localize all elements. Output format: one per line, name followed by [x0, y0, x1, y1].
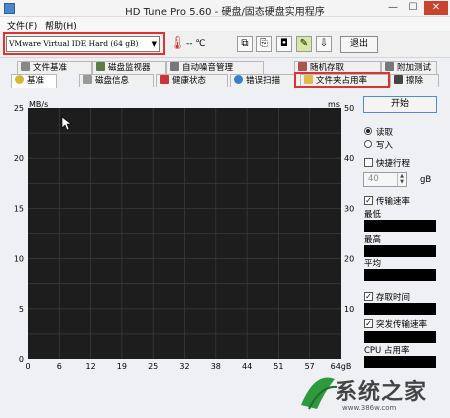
tab-error-scan[interactable]: 错误扫描 — [230, 74, 295, 87]
window-title: HD Tune Pro 5.60 - 硬盘/固态硬盘实用程序 — [125, 7, 325, 18]
short-stroke-input[interactable]: 40 ▲ ▼ — [363, 172, 407, 187]
chevron-down-icon: ▼ — [151, 40, 157, 48]
burst-rate-label: 突发传输速率 — [376, 320, 428, 330]
access-time-value-box — [364, 303, 436, 315]
menu-bar: 文件(F) 帮助(H) — [0, 17, 450, 32]
spinner-icon[interactable]: ▲ ▼ — [397, 173, 406, 186]
max-value-box — [364, 245, 436, 257]
monitor-icon — [96, 62, 105, 71]
access-time-label: 存取时间 — [376, 293, 411, 303]
download-icon[interactable]: ⇩ — [316, 36, 332, 52]
min-label: 最低 — [364, 210, 382, 220]
watermark-text: 系统之家 — [335, 379, 428, 405]
write-radio[interactable] — [364, 140, 372, 148]
write-label: 写入 — [376, 141, 394, 151]
close-button[interactable]: ✕ — [424, 1, 448, 15]
burst-rate-value-box — [364, 331, 436, 343]
folder-icon — [304, 75, 313, 84]
health-cross-icon — [160, 75, 169, 84]
toolbar: VMware Virtual IDE Hard (64 gB) ▼ 🌡 -- ℃… — [0, 31, 450, 58]
tab-health[interactable]: 健康状态 — [156, 74, 228, 87]
min-value-box — [364, 220, 436, 232]
read-radio[interactable] — [364, 127, 372, 135]
read-label: 读取 — [376, 128, 394, 138]
tab-extra-tests[interactable]: 附加测试 — [381, 61, 437, 74]
max-label: 最高 — [364, 235, 382, 245]
transfer-rate-checkbox[interactable]: ✓ — [364, 196, 373, 205]
puzzle-icon — [385, 62, 394, 71]
access-time-checkbox[interactable]: ✓ — [364, 292, 373, 301]
tab-erase[interactable]: 擦除 — [390, 74, 439, 87]
gauge-icon — [15, 75, 24, 84]
watermark-url: www.386w.com — [342, 404, 397, 412]
watermark-leaf-icon — [301, 377, 335, 409]
short-stroke-checkbox[interactable] — [364, 158, 373, 167]
benchmark-chart-area — [10, 88, 358, 380]
minimize-button[interactable]: — — [384, 1, 402, 15]
short-stroke-value: 40 — [368, 174, 379, 184]
speaker-icon — [170, 62, 179, 71]
short-stroke-label: 快捷行程 — [376, 159, 411, 169]
drive-select[interactable]: VMware Virtual IDE Hard (64 gB) ▼ — [6, 36, 160, 52]
drive-select-value: VMware Virtual IDE Hard (64 gB) — [9, 39, 139, 48]
start-button[interactable]: 开始 — [363, 96, 437, 113]
temperature-readout: -- ℃ — [186, 39, 206, 49]
tab-folder-usage[interactable]: 文件夹占用率 — [300, 74, 390, 87]
copy-info-icon[interactable]: ⧉ — [237, 36, 253, 52]
file-icon — [21, 62, 30, 71]
short-stroke-unit: gB — [420, 175, 432, 185]
avg-label: 平均 — [364, 259, 382, 269]
tab-aam[interactable]: 自动噪音管理 — [166, 61, 264, 74]
avg-value-box — [364, 269, 436, 281]
save-icon[interactable]: ✎ — [296, 36, 312, 52]
thermometer-icon: 🌡 — [169, 36, 186, 51]
transfer-rate-label: 传输速率 — [376, 197, 411, 207]
magnifier-icon — [234, 75, 243, 84]
trash-icon — [394, 75, 403, 84]
maximize-button[interactable]: ☐ — [404, 1, 422, 15]
tab-disk-monitor[interactable]: 磁盘监视器 — [92, 61, 166, 74]
y-left-unit: MB/s — [29, 100, 49, 109]
tab-file-benchmark[interactable]: 文件基准 — [17, 61, 92, 74]
screenshot-camera-icon[interactable]: ◘ — [276, 36, 292, 52]
disk-icon — [83, 75, 92, 84]
tab-disk-info[interactable]: 磁盘信息 — [79, 74, 154, 87]
exit-button[interactable]: 退出 — [340, 36, 378, 53]
tab-benchmark[interactable]: 基准 — [11, 74, 57, 88]
tab-random-access[interactable]: 随机存取 — [294, 61, 381, 74]
copy-all-icon[interactable]: ⎘ — [256, 36, 272, 52]
burst-rate-checkbox[interactable]: ✓ — [364, 319, 373, 328]
dice-icon — [298, 62, 307, 71]
app-window: HD Tune Pro 5.60 - 硬盘/固态硬盘实用程序 — ☐ ✕ 文件(… — [0, 0, 450, 418]
title-bar: HD Tune Pro 5.60 - 硬盘/固态硬盘实用程序 — ☐ ✕ — [0, 0, 450, 18]
y-right-unit: ms — [328, 100, 340, 109]
cpu-label: CPU 占用率 — [364, 346, 410, 356]
